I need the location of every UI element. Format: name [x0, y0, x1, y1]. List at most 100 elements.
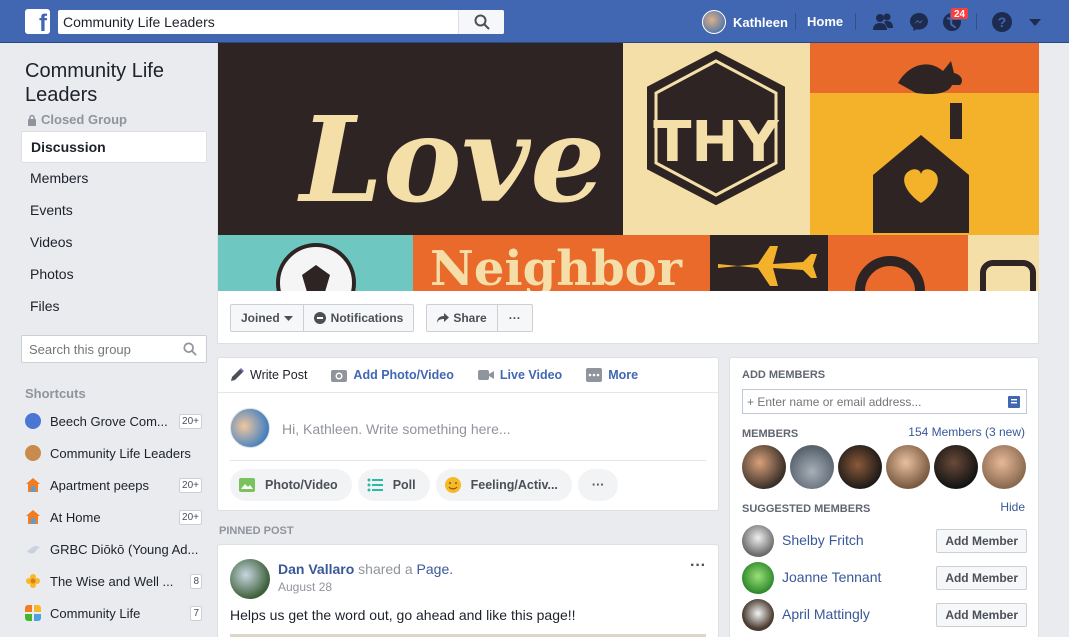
post-options-icon[interactable]: ··· — [690, 557, 706, 575]
tab-write-post[interactable]: Write Post — [230, 368, 307, 382]
shortcut-count: 20+ — [179, 510, 202, 525]
pinned-post: Dan Vallaro shared a Page. August 28 ···… — [217, 544, 719, 637]
minus-circle-icon — [313, 312, 326, 324]
avatar — [230, 408, 270, 448]
friend-requests-icon[interactable] — [872, 11, 894, 33]
shortcut-item[interactable]: At Home 20+ — [25, 501, 205, 533]
shortcut-label: Community Life Leaders — [50, 445, 191, 461]
more-options-icon: ··· — [508, 311, 521, 325]
shortcut-item[interactable]: The Wise and Well ... 8 — [25, 565, 205, 597]
shared-page-link[interactable]: Page. — [417, 561, 454, 577]
shortcuts-list: Beech Grove Com... 20+ Community Life Le… — [25, 405, 205, 629]
nav-item-events[interactable]: Events — [21, 195, 207, 227]
member-avatar[interactable] — [934, 445, 978, 489]
group-privacy: Closed Group — [27, 112, 127, 127]
pill-label: Photo/Video — [265, 478, 338, 492]
post-header: Dan Vallaro shared a Page. — [278, 561, 453, 577]
nav-item-photos[interactable]: Photos — [21, 259, 207, 291]
member-avatar[interactable] — [982, 445, 1026, 489]
group-icon — [25, 413, 41, 429]
add-member-button[interactable]: Add Member — [936, 529, 1027, 553]
group-actions: Joined Notifications Share ··· — [230, 304, 533, 332]
member-avatar[interactable] — [742, 445, 786, 489]
smiley-icon — [444, 477, 461, 493]
chevron-down-icon[interactable] — [1024, 11, 1046, 33]
tab-add-photo-video[interactable]: Add Photo/Video — [331, 368, 454, 382]
nav-item-members[interactable]: Members — [21, 163, 207, 195]
member-avatar[interactable] — [838, 445, 882, 489]
facebook-logo-icon[interactable]: f — [25, 9, 50, 34]
more-actions-button[interactable]: ··· — [577, 469, 619, 501]
messenger-icon[interactable] — [908, 11, 930, 33]
post-body: Helps us get the word out, go ahead and … — [230, 607, 576, 623]
house-icon — [26, 478, 40, 492]
member-avatars — [742, 445, 1030, 489]
hide-suggestions-link[interactable]: Hide — [1000, 500, 1025, 514]
post-author[interactable]: Dan Vallaro — [278, 561, 354, 577]
avatar[interactable] — [742, 525, 774, 557]
tab-live-video[interactable]: Live Video — [477, 368, 562, 382]
home-link[interactable]: Home — [807, 14, 843, 29]
shortcut-item[interactable]: Beech Grove Com... 20+ — [25, 405, 205, 437]
profile-link[interactable]: Kathleen — [702, 10, 788, 34]
shortcut-count: 20+ — [179, 414, 202, 429]
nav-item-discussion[interactable]: Discussion — [21, 131, 207, 163]
add-member-button[interactable]: Add Member — [936, 603, 1027, 627]
shortcut-label: Beech Grove Com... — [50, 413, 168, 429]
suggested-member-name[interactable]: April Mattingly — [782, 606, 870, 622]
group-title[interactable]: Community Life Leaders — [25, 59, 205, 107]
shortcut-label: GRBC Diōkō (Young Ad... — [50, 541, 199, 557]
avatar[interactable] — [230, 559, 270, 599]
svg-text:?: ? — [998, 14, 1007, 30]
joined-button[interactable]: Joined — [230, 304, 304, 332]
avatar[interactable] — [742, 599, 774, 631]
pencil-icon — [231, 368, 244, 381]
members-count-link[interactable]: 154 Members (3 new) — [908, 425, 1025, 439]
top-navigation-bar: f Kathleen Home 24 ? — [0, 0, 1069, 43]
shortcut-item[interactable]: Apartment peeps 20+ — [25, 469, 205, 501]
address-book-icon[interactable] — [1008, 396, 1020, 408]
shortcut-item[interactable]: Community Life 7 — [25, 597, 205, 629]
shortcut-count: 7 — [190, 606, 202, 621]
profile-name: Kathleen — [733, 14, 788, 30]
search-button[interactable] — [458, 10, 504, 34]
member-avatar[interactable] — [790, 445, 834, 489]
suggested-member-name[interactable]: Shelby Fritch — [782, 532, 864, 548]
photo-video-button[interactable]: Photo/Video — [230, 469, 352, 501]
share-button[interactable]: Share — [426, 304, 498, 332]
share-label: Share — [453, 311, 487, 325]
notifications-button[interactable]: Notifications — [303, 304, 415, 332]
shortcut-item[interactable]: GRBC Diōkō (Young Ad... — [25, 533, 205, 565]
post-composer: Write Post Add Photo/Video Live Video Mo… — [217, 357, 719, 511]
composer-input[interactable]: Hi, Kathleen. Write something here... — [282, 421, 511, 437]
add-members-input[interactable] — [747, 394, 997, 409]
poll-button[interactable]: Poll — [357, 469, 430, 501]
suggested-members-heading: SUGGESTED MEMBERS — [742, 503, 871, 515]
add-members-heading: ADD MEMBERS — [742, 369, 826, 381]
add-members-field — [742, 389, 1027, 414]
avatar[interactable] — [742, 562, 774, 594]
global-search-input[interactable] — [58, 10, 458, 34]
shortcut-label: Apartment peeps — [50, 477, 150, 493]
add-member-button[interactable]: Add Member — [936, 566, 1027, 590]
cover-photo[interactable]: Love THY Neighbor — [218, 43, 1039, 291]
nav-item-files[interactable]: Files — [21, 291, 207, 323]
member-avatar[interactable] — [886, 445, 930, 489]
cover-thy-text: THY — [653, 110, 780, 175]
shortcut-item[interactable]: Community Life Leaders — [25, 437, 205, 469]
group-search-input[interactable] — [22, 336, 177, 362]
help-icon[interactable]: ? — [991, 11, 1013, 33]
nav-item-videos[interactable]: Videos — [21, 227, 207, 259]
divider — [855, 13, 856, 30]
post-timestamp[interactable]: August 28 — [278, 580, 332, 594]
tab-label: Write Post — [250, 368, 308, 382]
more-options-button[interactable]: ··· — [497, 304, 533, 332]
feeling-activity-button[interactable]: Feeling/Activ... — [435, 469, 572, 501]
tab-label: Add Photo/Video — [353, 368, 454, 382]
shortcut-count: 8 — [190, 574, 202, 589]
group-search — [21, 335, 207, 363]
search-icon[interactable] — [183, 342, 197, 356]
suggested-member-name[interactable]: Joanne Tennant — [782, 569, 881, 585]
more-icon — [586, 368, 603, 382]
tab-more[interactable]: More — [586, 368, 638, 382]
